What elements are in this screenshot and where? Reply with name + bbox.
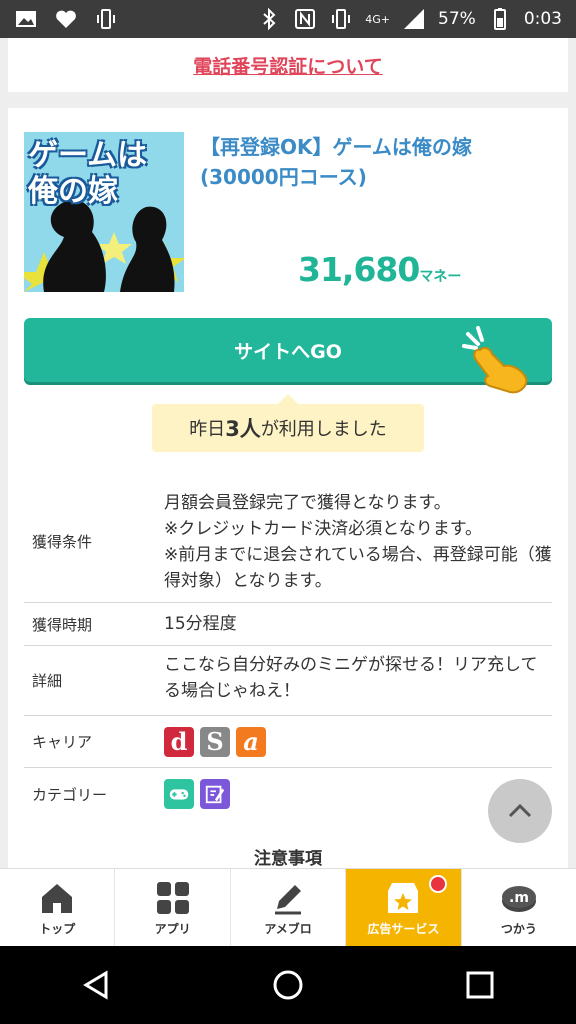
clock: 0:03 <box>523 9 562 29</box>
nav-label: 広告サービス <box>367 922 440 936</box>
chevron-up-icon <box>508 803 532 818</box>
home-icon <box>37 878 77 918</box>
detail-value: ここなら自分好みのミニゲが探せる！リア充してる場合じゃねえ！ <box>164 655 538 701</box>
offer-info-table: 獲得条件 月額会員登録完了で獲得となります。 ※クレジットカード決済必須となりま… <box>24 480 552 820</box>
money-icon: .m <box>499 878 539 918</box>
notice-title: 注意事項 <box>254 849 322 869</box>
star-box-icon <box>383 878 423 918</box>
docomo-badge: d <box>164 726 194 757</box>
timing-row: 獲得時期 15分程度 <box>24 603 552 646</box>
grid-icon <box>153 878 193 918</box>
category-label: カテゴリー <box>32 785 108 804</box>
recents-icon[interactable] <box>462 967 498 1003</box>
carrier-badges: d S a <box>164 716 552 767</box>
svg-text:.m: .m <box>509 890 529 906</box>
scroll-top-button[interactable] <box>488 779 552 843</box>
usage-suffix: が利用しました <box>260 419 387 440</box>
signal-icon <box>402 7 426 31</box>
detail-row: 詳細 ここなら自分好みのミニゲが探せる！リア充してる場合じゃねえ！ <box>24 646 552 716</box>
nav-item-ameblo[interactable]: アメブロ <box>231 869 347 946</box>
offer-thumbnail[interactable]: ゲームは 俺の嫁 <box>24 132 184 292</box>
bluetooth-icon <box>257 7 281 31</box>
home-button-icon[interactable] <box>270 967 306 1003</box>
phone-verification-card: 電話番号認証について <box>8 38 568 92</box>
nav-label: アメブロ <box>264 922 312 936</box>
gamepad-icon <box>164 779 194 809</box>
timing-label: 獲得時期 <box>32 615 93 634</box>
thumbnail-title: ゲームは 俺の嫁 <box>28 138 148 209</box>
carrier-label: キャリア <box>32 733 93 751</box>
back-icon[interactable] <box>78 967 114 1003</box>
carrier-row: キャリア d S a <box>24 716 552 768</box>
battery-percent: 57% <box>438 9 476 29</box>
usage-prefix: 昨日 <box>189 419 226 440</box>
edit-note-icon <box>200 779 230 809</box>
au-badge: a <box>236 726 266 757</box>
price-value: 31,680 <box>298 250 420 289</box>
nfc-icon <box>293 7 317 31</box>
nav-label: アプリ <box>154 922 191 936</box>
gallery-icon <box>14 7 38 31</box>
pen-icon <box>268 878 308 918</box>
softbank-badge: S <box>200 726 230 757</box>
nav-label: トップ <box>39 922 76 936</box>
price-unit: マネー <box>419 269 462 285</box>
bottom-nav: トップ アプリ アメブロ 広告サービス .m つかう <box>0 868 576 946</box>
condition-value: 月額会員登録完了で獲得となります。 ※クレジットカード決済必須となります。 ※前… <box>164 493 552 591</box>
usage-bubble: 昨日 3人 が利用しました <box>152 394 424 452</box>
nav-item-apps[interactable]: アプリ <box>115 869 231 946</box>
notification-dot <box>428 875 447 893</box>
usage-count: 3人 <box>225 417 261 441</box>
nav-item-ad-service[interactable]: 広告サービス <box>346 869 462 946</box>
nav-item-top[interactable]: トップ <box>0 869 116 946</box>
nav-label: つかう <box>500 922 537 936</box>
network-type: 4G+ <box>365 12 391 26</box>
offer-price: 31,680マネー <box>298 250 461 289</box>
condition-label: 獲得条件 <box>32 532 93 551</box>
detail-label: 詳細 <box>32 672 63 690</box>
pointing-hand-icon <box>460 326 532 396</box>
timing-value: 15分程度 <box>164 614 237 634</box>
system-nav-bar <box>0 946 576 1024</box>
status-bar: 4G+ 57% 0:03 <box>0 0 576 38</box>
vibrate-icon <box>94 7 118 31</box>
offer-card: ゲームは 俺の嫁 【再登録OK】ゲームは俺の嫁(30000円コース) 31,68… <box>8 108 568 869</box>
vibrate-icon <box>329 7 353 31</box>
nav-item-use[interactable]: .m つかう <box>462 869 576 946</box>
condition-row: 獲得条件 月額会員登録完了で獲得となります。 ※クレジットカード決済必須となりま… <box>24 480 552 603</box>
heart-icon <box>54 7 78 31</box>
phone-verification-link[interactable]: 電話番号認証について <box>193 52 382 79</box>
category-row: カテゴリー <box>24 768 552 820</box>
battery-icon <box>488 7 512 31</box>
offer-title[interactable]: 【再登録OK】ゲームは俺の嫁(30000円コース) <box>200 132 540 192</box>
